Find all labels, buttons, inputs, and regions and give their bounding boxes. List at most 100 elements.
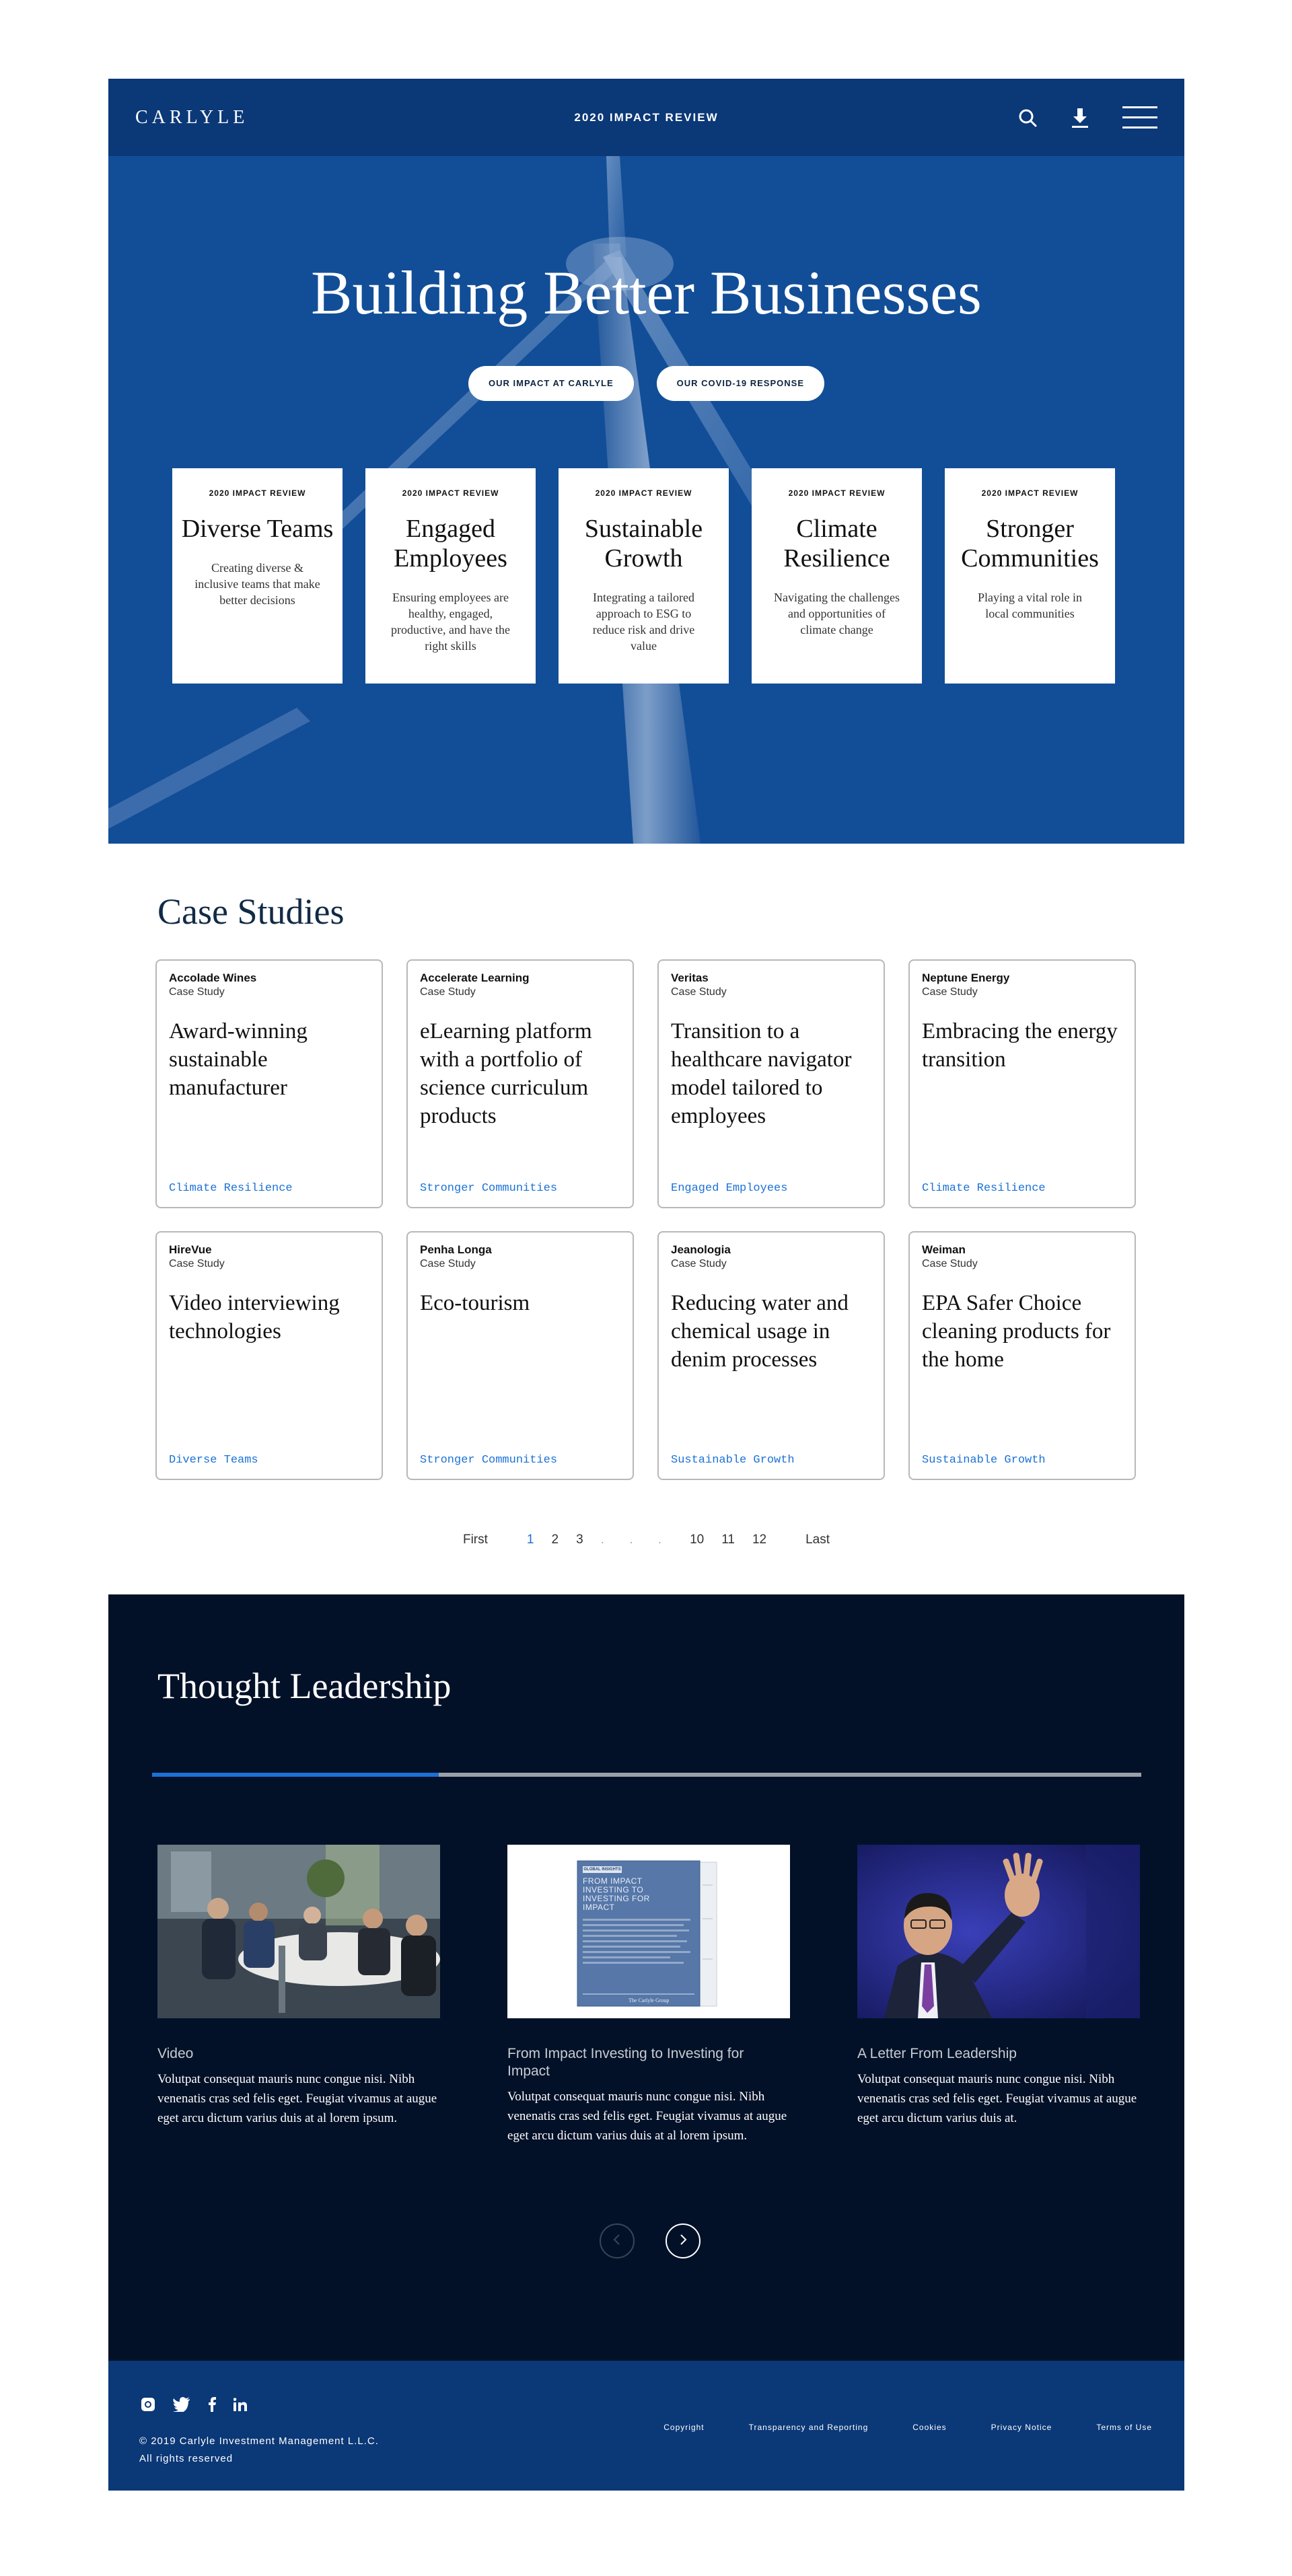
copyright-line: © 2019 Carlyle Investment Management L.L…: [139, 2435, 379, 2447]
report-cover-title: FROM IMPACT INVESTING TO INVESTING FOR I…: [583, 1876, 650, 1912]
chevron-right-icon: [678, 2233, 688, 2250]
pillar-card-sustainable-growth[interactable]: 2020 IMPACT REVIEW Sustainable Growth In…: [559, 468, 729, 684]
case-company: Jeanologia: [671, 1243, 731, 1256]
case-title: Video interviewing technologies: [169, 1291, 340, 1344]
our-impact-button[interactable]: OUR IMPACT AT CARLYLE: [468, 366, 634, 401]
pillar-kicker: 2020 IMPACT REVIEW: [402, 488, 499, 498]
case-company: Accelerate Learning: [420, 971, 530, 984]
case-tag[interactable]: Stronger Communities: [420, 1182, 557, 1195]
case-tag[interactable]: Sustainable Growth: [922, 1454, 1046, 1467]
thought-card-letter[interactable]: A Letter From Leadership Volutpat conseq…: [857, 1845, 1140, 2145]
case-study-card[interactable]: Weiman Case Study EPA Safer Choice clean…: [908, 1231, 1136, 1480]
case-studies-section: Case Studies Accolade Wines Case Study A…: [108, 844, 1184, 1594]
instagram-icon[interactable]: [141, 2397, 155, 2415]
pillar-card-climate-resilience[interactable]: 2020 IMPACT REVIEW Climate Resilience Na…: [752, 468, 922, 684]
carousel-progress-fill: [152, 1773, 439, 1777]
case-type: Case Study: [169, 986, 225, 998]
case-title: Transition to a healthcare navigator mod…: [671, 1019, 852, 1128]
case-company: Penha Longa: [420, 1243, 492, 1256]
case-title: Eco-tourism: [420, 1291, 530, 1315]
pillar-description: Creating diverse & inclusive teams that …: [194, 561, 320, 607]
facebook-icon[interactable]: [208, 2397, 216, 2415]
chevron-left-icon: [612, 2233, 622, 2250]
case-study-card[interactable]: Accelerate Learning Case Study eLearning…: [406, 959, 634, 1208]
case-title: EPA Safer Choice cleaning products for t…: [922, 1291, 1111, 1372]
case-study-card[interactable]: Penha Longa Case Study Eco-tourism Stron…: [406, 1231, 634, 1480]
report-publisher: The Carlyle Group: [629, 1997, 670, 2003]
pillar-card-engaged-employees[interactable]: 2020 IMPACT REVIEW Engaged Employees Ens…: [365, 468, 536, 684]
twitter-icon[interactable]: [173, 2397, 190, 2415]
case-company: HireVue: [169, 1243, 212, 1256]
search-icon[interactable]: [1017, 108, 1038, 128]
footer-link-transparency[interactable]: Transparency and Reporting: [749, 2423, 869, 2432]
download-icon[interactable]: [1070, 107, 1090, 128]
footer: © 2019 Carlyle Investment Management L.L…: [108, 2361, 1184, 2491]
pillar-title: Stronger Communities: [961, 515, 1099, 573]
impact-pillars: 2020 IMPACT REVIEW Diverse Teams Creatin…: [172, 468, 1184, 684]
case-tag[interactable]: Diverse Teams: [169, 1454, 258, 1467]
thought-card-text: Volutpat consequat mauris nunc congue ni…: [157, 2072, 437, 2125]
pillar-title: Diverse Teams: [181, 515, 334, 543]
case-study-card[interactable]: Neptune Energy Case Study Embracing the …: [908, 959, 1136, 1208]
carousel-navigation: [600, 2223, 701, 2258]
case-tag[interactable]: Sustainable Growth: [671, 1454, 795, 1467]
hero-title: Building Better Businesses: [311, 258, 982, 327]
carousel-prev-button[interactable]: [600, 2223, 635, 2258]
footer-link-privacy[interactable]: Privacy Notice: [991, 2423, 1052, 2432]
case-study-card[interactable]: Accolade Wines Case Study Award-winning …: [155, 959, 383, 1208]
case-type: Case Study: [420, 986, 476, 998]
case-tag[interactable]: Stronger Communities: [420, 1454, 557, 1467]
pillar-title: Climate Resilience: [783, 515, 890, 573]
pagination-ellipsis: . . .: [600, 1533, 673, 1547]
pagination-page-11[interactable]: 11: [721, 1533, 735, 1547]
page: CARLYLE 2020 IMPACT REVIEW Building Bett…: [108, 79, 1184, 2491]
pillar-card-diverse-teams[interactable]: 2020 IMPACT REVIEW Diverse Teams Creatin…: [172, 468, 343, 684]
thought-card-label: From Impact Investing to Investing for I…: [507, 2046, 744, 2079]
footer-link-cookies[interactable]: Cookies: [912, 2423, 946, 2432]
pagination-page-2[interactable]: 2: [552, 1533, 559, 1547]
case-study-card[interactable]: Veritas Case Study Transition to a healt…: [657, 959, 885, 1208]
carlyle-logo[interactable]: CARLYLE: [135, 107, 248, 128]
case-study-card[interactable]: Jeanologia Case Study Reducing water and…: [657, 1231, 885, 1480]
linkedin-icon[interactable]: [233, 2398, 247, 2415]
pagination-page-3[interactable]: 3: [576, 1533, 583, 1547]
menu-icon[interactable]: [1122, 106, 1157, 130]
case-studies-title: Case Studies: [157, 891, 345, 932]
speaker-photo[interactable]: [857, 1845, 1140, 2018]
report-badge: GLOBAL INSIGHTS: [583, 1868, 621, 1872]
pillar-title: Engaged Employees: [394, 515, 507, 573]
pagination-page-1[interactable]: 1: [527, 1533, 534, 1547]
thought-card-text: Volutpat consequat mauris nunc congue ni…: [507, 2090, 787, 2143]
pagination-last[interactable]: Last: [805, 1533, 830, 1547]
report-cover-image[interactable]: GLOBAL INSIGHTS FROM IMPACT INVESTING TO…: [507, 1845, 790, 2018]
thought-card-video[interactable]: Video Volutpat consequat mauris nunc con…: [157, 1845, 440, 2145]
top-navigation-bar: CARLYLE 2020 IMPACT REVIEW: [108, 79, 1184, 156]
covid-response-button[interactable]: OUR COVID-19 RESPONSE: [656, 366, 824, 401]
case-title: Award-winning sustainable manufacturer: [169, 1019, 308, 1100]
social-links: [141, 2397, 247, 2415]
hero-buttons: OUR IMPACT AT CARLYLE OUR COVID-19 RESPO…: [108, 366, 1184, 401]
pillar-description: Ensuring employees are healthy, engaged,…: [391, 591, 510, 653]
pillar-card-stronger-communities[interactable]: 2020 IMPACT REVIEW Stronger Communities …: [945, 468, 1115, 684]
header-actions: [1017, 106, 1157, 130]
pillar-description: Navigating the challenges and opportunit…: [774, 591, 900, 636]
meeting-photo[interactable]: [157, 1845, 440, 2018]
case-title: eLearning platform with a portfolio of s…: [420, 1019, 592, 1128]
carousel-next-button[interactable]: [666, 2223, 701, 2258]
footer-link-copyright[interactable]: Copyright: [663, 2423, 704, 2432]
pagination-first[interactable]: First: [463, 1533, 488, 1547]
case-type: Case Study: [169, 1258, 225, 1269]
case-tag[interactable]: Climate Resilience: [169, 1182, 293, 1195]
thought-card-text: Volutpat consequat mauris nunc congue ni…: [857, 2072, 1137, 2125]
case-tag[interactable]: Climate Resilience: [922, 1182, 1046, 1195]
case-study-card[interactable]: HireVue Case Study Video interviewing te…: [155, 1231, 383, 1480]
case-company: Weiman: [922, 1243, 966, 1256]
case-tag[interactable]: Engaged Employees: [671, 1182, 787, 1195]
thought-leadership-carousel: Video Volutpat consequat mauris nunc con…: [157, 1845, 1140, 2145]
thought-card-impact-investing[interactable]: GLOBAL INSIGHTS FROM IMPACT INVESTING TO…: [507, 1845, 790, 2145]
footer-link-terms[interactable]: Terms of Use: [1096, 2423, 1152, 2432]
case-title: Reducing water and chemical usage in den…: [671, 1291, 849, 1372]
pagination-page-10[interactable]: 10: [690, 1533, 704, 1547]
thought-card-label: Video: [157, 2046, 194, 2061]
pagination-page-12[interactable]: 12: [752, 1533, 766, 1547]
